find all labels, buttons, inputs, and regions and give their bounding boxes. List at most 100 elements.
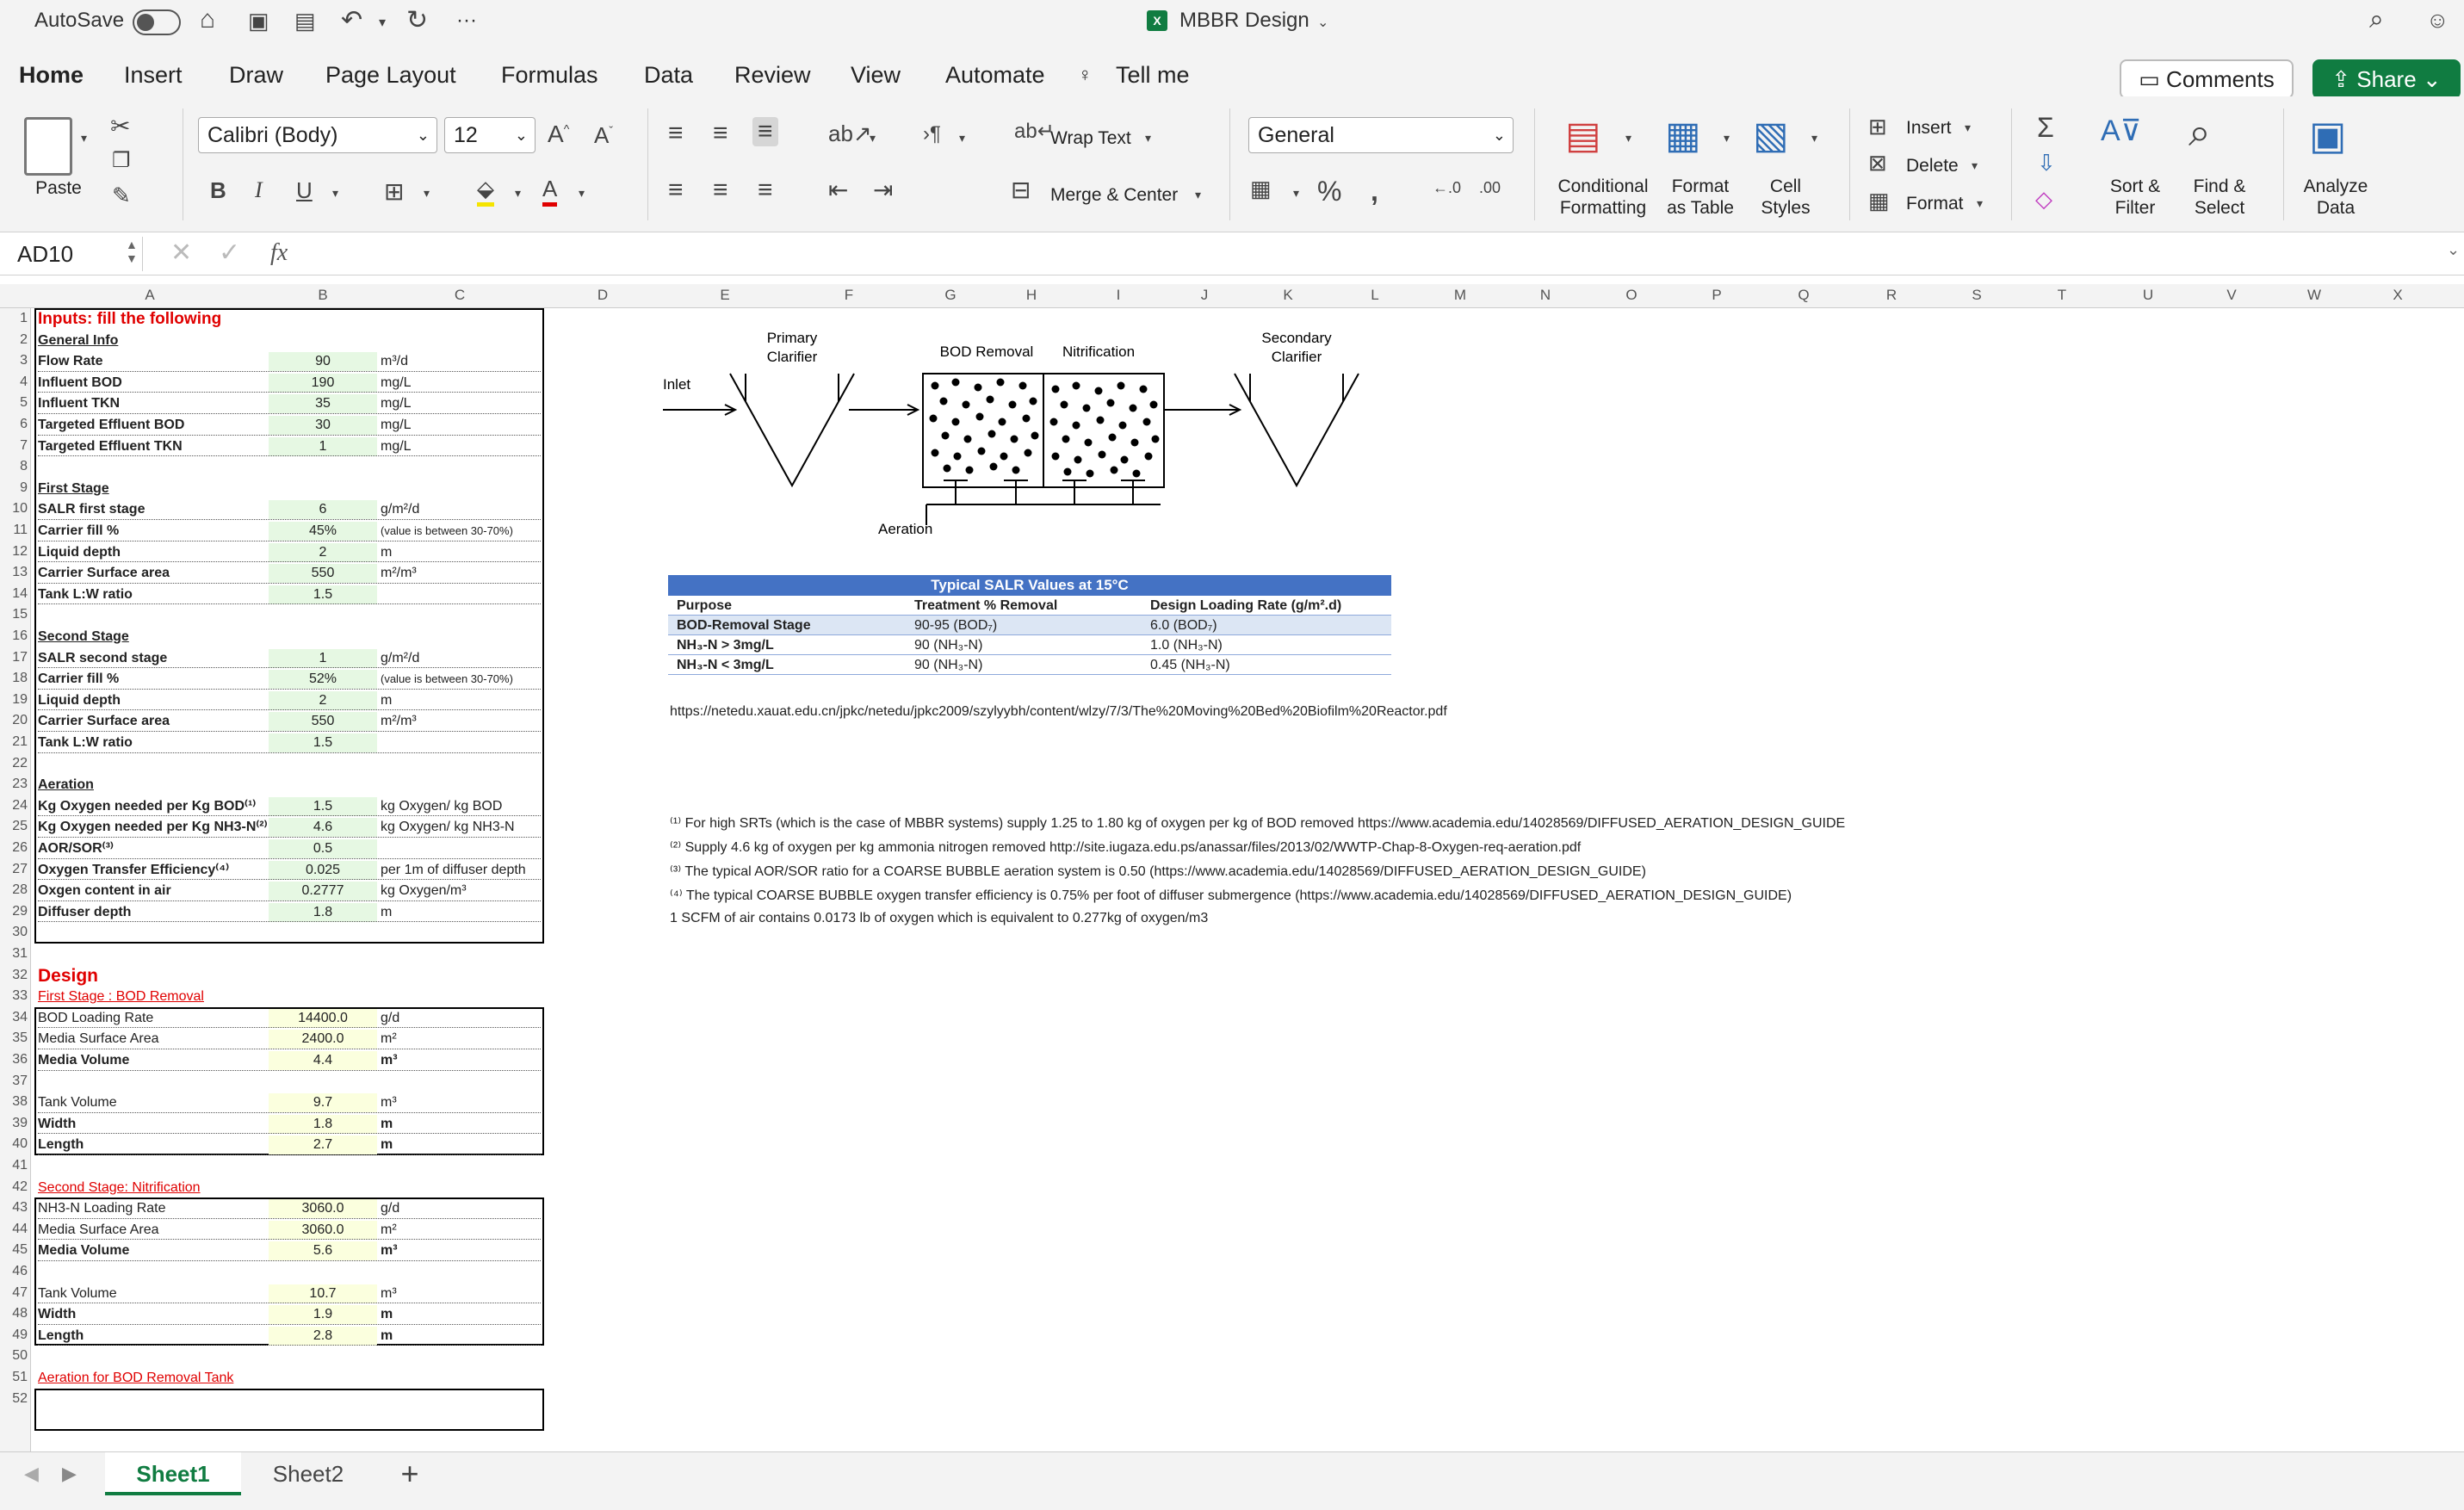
column-header-m[interactable]: M (1419, 287, 1501, 304)
accounting-format-icon[interactable]: ▦ (1250, 176, 1272, 202)
chevron-down-icon[interactable]: ▾ (870, 131, 876, 145)
wrap-text-icon[interactable]: ab↵ (1014, 119, 1055, 144)
row-header[interactable]: 31 (0, 946, 28, 962)
row-header[interactable]: 20 (0, 713, 28, 728)
tab-formulas[interactable]: Formulas (501, 62, 598, 89)
align-right-icon[interactable]: ≡ (758, 176, 773, 205)
analyze-data-icon[interactable]: ▣ (2309, 112, 2346, 158)
sort-filter-icon[interactable]: A⊽ (2101, 114, 2142, 148)
align-bottom-icon[interactable]: ≡ (752, 117, 778, 146)
cell-value[interactable]: 1.8 (269, 902, 377, 922)
document-title[interactable]: MBBR Design (1179, 9, 1309, 33)
row-header[interactable]: 50 (0, 1348, 28, 1364)
row-header[interactable]: 18 (0, 671, 28, 686)
column-header-h[interactable]: H (990, 287, 1073, 304)
row-header[interactable]: 9 (0, 480, 28, 496)
column-header-j[interactable]: J (1164, 287, 1245, 304)
decrease-font-icon[interactable]: Aˇ (594, 122, 613, 149)
scroll-left-icon[interactable]: ◀ (24, 1463, 39, 1485)
row-header[interactable]: 42 (0, 1179, 28, 1195)
row-header[interactable]: 33 (0, 988, 28, 1004)
chevron-down-icon[interactable]: ▾ (1811, 131, 1817, 145)
autosave-toggle[interactable] (133, 9, 181, 35)
tab-data[interactable]: Data (644, 62, 693, 89)
row-header[interactable]: 17 (0, 650, 28, 665)
share-button[interactable]: ⇪ Share ⌄ (2312, 59, 2461, 99)
delete-cells-icon[interactable]: ⊠ (1868, 150, 1887, 176)
more-commands[interactable]: ··· (456, 9, 477, 33)
cell-value[interactable]: 1.8 (269, 1114, 377, 1134)
column-header-a[interactable]: A (31, 287, 269, 304)
cell-value[interactable]: 2 (269, 542, 377, 562)
reference-url[interactable]: https://netedu.xauat.edu.cn/jpkc/netedu/… (670, 704, 1447, 720)
cell-value[interactable]: 0.025 (269, 860, 377, 880)
cell-value[interactable]: 10.7 (269, 1284, 377, 1303)
column-header-e[interactable]: E (663, 287, 787, 304)
row-header[interactable]: 36 (0, 1052, 28, 1068)
search-icon[interactable]: ⌕ (2369, 5, 2384, 34)
row-header[interactable]: 8 (0, 459, 28, 474)
column-header-o[interactable]: O (1589, 287, 1674, 304)
tab-home[interactable]: Home (19, 62, 84, 102)
column-header-f[interactable]: F (787, 287, 911, 304)
cell-value[interactable]: 2400.0 (269, 1030, 377, 1049)
column-header-c[interactable]: C (377, 287, 542, 304)
name-box-stepper-icon[interactable]: ▲ ▼ (126, 238, 138, 265)
chevron-down-icon[interactable]: ▾ (1965, 121, 1971, 135)
chevron-down-icon[interactable]: ▾ (1145, 131, 1151, 145)
tell-me-search[interactable]: Tell me (1116, 62, 1190, 89)
cell-value[interactable]: 9.7 (269, 1093, 377, 1113)
column-header-s[interactable]: S (1935, 287, 2018, 304)
cell-value[interactable]: 4.6 (269, 818, 377, 838)
font-size-dropdown[interactable]: 12 ⌄ (444, 117, 536, 153)
chevron-down-icon[interactable]: ▾ (332, 186, 338, 201)
cell-value[interactable]: 1 (269, 648, 377, 668)
cell-value[interactable]: 52% (269, 670, 377, 690)
underline-icon[interactable]: U (296, 177, 313, 204)
align-middle-icon[interactable]: ≡ (713, 119, 728, 148)
increase-indent-icon[interactable]: ⇥ (873, 176, 893, 204)
insert-function-icon[interactable]: fx (270, 239, 288, 267)
cell-value[interactable]: 45% (269, 522, 377, 541)
undo-icon[interactable]: ↶ (341, 5, 362, 35)
font-name-dropdown[interactable]: Calibri (Body) ⌄ (198, 117, 437, 153)
cell-value[interactable]: 2.8 (269, 1326, 377, 1346)
row-header[interactable]: 51 (0, 1370, 28, 1385)
cell-value[interactable]: 550 (269, 712, 377, 732)
cell-value[interactable]: 550 (269, 564, 377, 584)
tab-page-layout[interactable]: Page Layout (325, 62, 456, 89)
column-header-t[interactable]: T (2018, 287, 2106, 304)
decrease-decimal-icon[interactable]: .00 (1479, 179, 1501, 197)
row-header[interactable]: 15 (0, 607, 28, 622)
comma-style-icon[interactable]: , (1371, 176, 1378, 207)
analyze-data-button[interactable]: Analyze Data (2297, 176, 2374, 219)
cell-value[interactable]: 2.7 (269, 1136, 377, 1155)
wrap-text-button[interactable]: Wrap Text (1050, 127, 1131, 149)
row-header[interactable]: 27 (0, 862, 28, 877)
cell-value[interactable]: 0.2777 (269, 882, 377, 901)
sort-filter-button[interactable]: Sort & Filter (2097, 176, 2173, 219)
column-header-b[interactable]: B (269, 287, 377, 304)
chevron-down-icon[interactable]: ▾ (515, 186, 521, 201)
row-header[interactable]: 24 (0, 798, 28, 814)
name-box[interactable]: AD10 (5, 237, 143, 271)
row-header[interactable]: 19 (0, 692, 28, 708)
chevron-down-icon[interactable]: ⌄ (2447, 241, 2460, 259)
cell-value[interactable]: 5.6 (269, 1241, 377, 1261)
row-header[interactable]: 30 (0, 925, 28, 940)
cell-value[interactable]: 14400.0 (269, 1008, 377, 1028)
row-header[interactable]: 13 (0, 565, 28, 580)
chevron-down-icon[interactable]: ▾ (1293, 186, 1299, 201)
format-as-table-icon[interactable]: ▦ (1665, 114, 1701, 158)
row-header[interactable]: 23 (0, 777, 28, 792)
insert-cells-icon[interactable]: ⊞ (1868, 114, 1887, 140)
paste-icon[interactable] (24, 117, 72, 176)
row-header[interactable]: 25 (0, 819, 28, 834)
row-header[interactable]: 37 (0, 1074, 28, 1089)
chevron-down-icon[interactable]: ▾ (1977, 196, 1983, 211)
chevron-down-icon[interactable]: ▾ (1724, 131, 1730, 145)
row-header[interactable]: 29 (0, 904, 28, 919)
find-select-icon[interactable]: ⌕ (2189, 108, 2211, 157)
bold-icon[interactable]: B (210, 177, 226, 204)
chevron-down-icon[interactable]: ▾ (1195, 188, 1201, 202)
